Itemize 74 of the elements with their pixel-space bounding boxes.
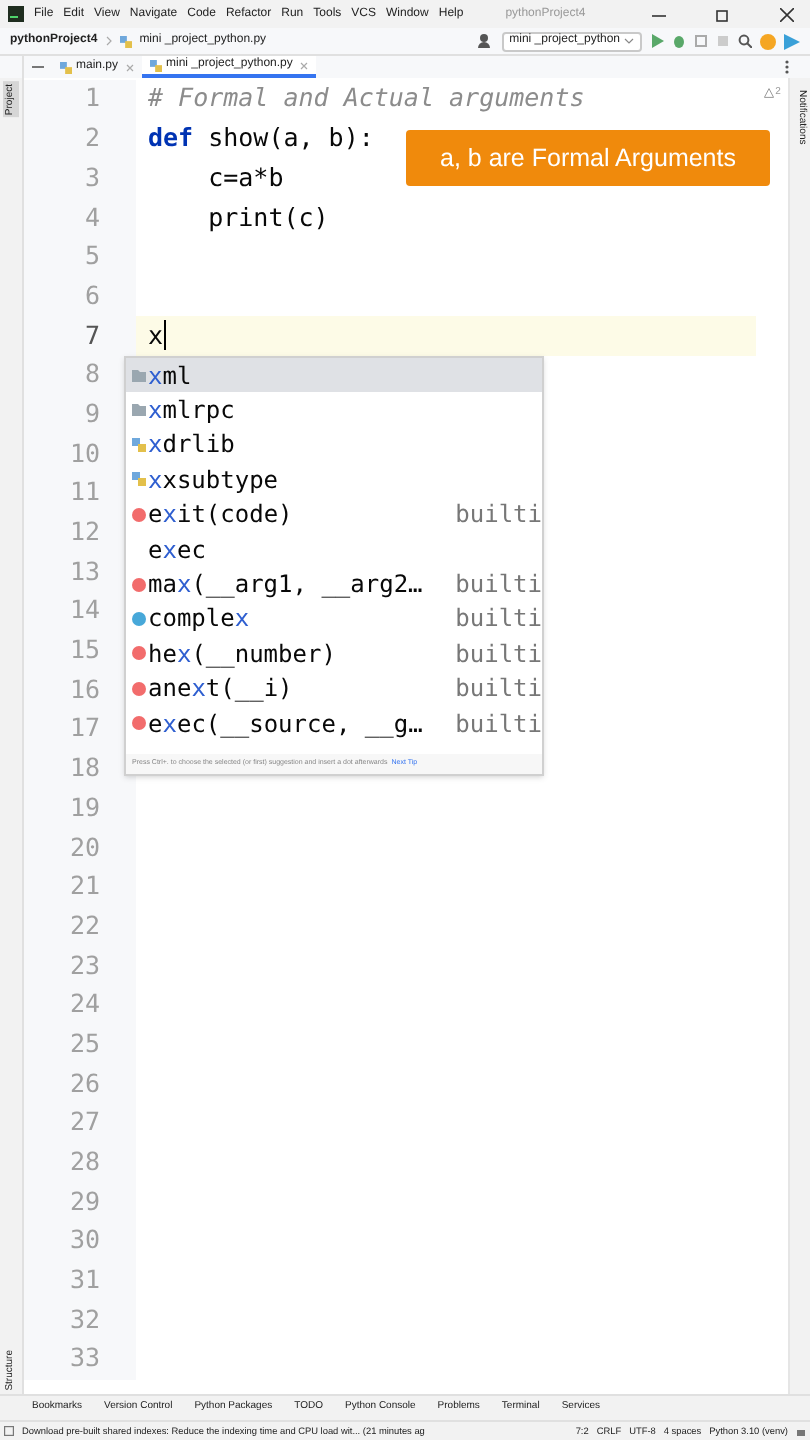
- line-number: 6: [84, 277, 100, 314]
- line-number: 29: [69, 1183, 100, 1220]
- code-line: c=a*b: [206, 159, 284, 196]
- line-number: 27: [69, 1104, 100, 1141]
- run-icon[interactable]: [650, 34, 664, 48]
- completion-item[interactable]: xxsubtype: [126, 462, 542, 498]
- line-number: 9: [84, 395, 100, 432]
- completion-item[interactable]: xmlrpc: [126, 392, 542, 428]
- completion-item[interactable]: hex(__number) builti: [126, 636, 542, 672]
- restore-icon[interactable]: [716, 7, 730, 21]
- completion-item[interactable]: max(__arg1, __arg2… builti: [126, 566, 542, 602]
- folder-icon: [132, 369, 146, 382]
- line-number: 19: [69, 789, 100, 826]
- app-logo-icon: [8, 6, 24, 22]
- completion-item[interactable]: exit(code) builti: [126, 497, 542, 532]
- line-number: 8: [84, 356, 100, 393]
- completion-item[interactable]: anext(__i) builti: [126, 671, 542, 706]
- code-line: def show(a, b):: [148, 120, 374, 157]
- code-line: print(c): [206, 199, 329, 236]
- line-number: 7: [84, 317, 100, 354]
- python-file-icon: [150, 59, 163, 71]
- text-caret: [163, 320, 166, 351]
- line-number: 16: [69, 671, 100, 708]
- line-number: 26: [69, 1065, 100, 1102]
- line-number: 24: [69, 986, 100, 1023]
- completion-item[interactable]: xml: [126, 358, 542, 393]
- caret-icon: [624, 38, 634, 44]
- line-number: 17: [69, 710, 100, 747]
- line-number: 21: [69, 868, 100, 905]
- code-line: # Formal and Actual arguments: [148, 80, 585, 117]
- line-number: 3: [84, 159, 100, 196]
- line-number: 5: [84, 238, 100, 275]
- completion-item[interactable]: exec: [126, 531, 542, 567]
- code-line: x: [148, 317, 164, 354]
- line-number: 28: [69, 1144, 100, 1181]
- line-number: 31: [69, 1262, 100, 1299]
- line-number: 23: [69, 947, 100, 984]
- search-icon[interactable]: [738, 34, 752, 48]
- line-number: 25: [69, 1025, 100, 1062]
- chevron-right-icon: [105, 36, 112, 46]
- function-icon: [132, 577, 146, 592]
- function-icon: [132, 716, 146, 731]
- line-number: 32: [69, 1301, 100, 1338]
- folder-icon: [132, 404, 146, 417]
- warning-icon[interactable]: [763, 88, 774, 99]
- function-icon: [132, 646, 146, 661]
- line-number: 4: [84, 199, 100, 236]
- close-icon[interactable]: [780, 7, 794, 21]
- line-number: 10: [69, 435, 100, 472]
- more-icon[interactable]: [784, 56, 790, 78]
- line-number: 20: [69, 829, 100, 866]
- line-number: 12: [69, 514, 100, 551]
- completion-item[interactable]: xdrlib: [126, 427, 542, 463]
- line-number: 18: [69, 750, 100, 787]
- completion-item[interactable]: exec(__source, __g… builti: [126, 705, 542, 741]
- line-number: 30: [69, 1222, 100, 1259]
- python-file-icon: [60, 61, 72, 73]
- line-number: 2: [84, 120, 100, 157]
- line-number: 1: [84, 80, 100, 117]
- python-file-icon: [132, 472, 146, 487]
- line-number: 14: [69, 592, 100, 629]
- line-number: 13: [69, 553, 100, 590]
- function-icon: [132, 681, 146, 696]
- line-number: 22: [69, 907, 100, 944]
- function-icon: [132, 507, 146, 522]
- annotation-callout: a, b are Formal Arguments: [406, 130, 770, 186]
- class-icon: [132, 611, 146, 626]
- user-icon[interactable]: [477, 34, 494, 48]
- line-number: 15: [69, 632, 100, 669]
- line-number: 33: [69, 1340, 100, 1377]
- line-number: 11: [69, 474, 100, 511]
- completion-item[interactable]: complex builti: [126, 601, 542, 637]
- python-file-icon: [119, 35, 132, 47]
- python-file-icon: [132, 437, 146, 452]
